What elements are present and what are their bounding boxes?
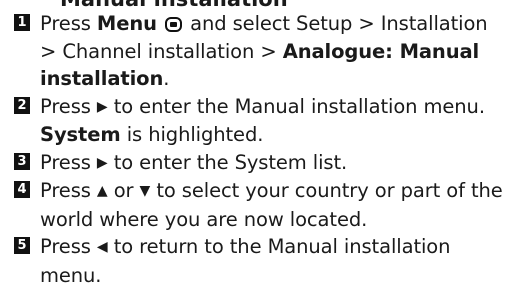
menu-key-label: Menu [96, 12, 157, 35]
step-number-badge: 2 [14, 96, 30, 114]
left-arrow-icon: ◀ [96, 239, 108, 255]
step-number-badge: 3 [14, 152, 30, 170]
step-number-badge: 1 [14, 14, 30, 31]
step-4: 4 Press ▲ or ▼ to select your country or… [12, 177, 508, 233]
menu-button-icon [165, 17, 183, 32]
step-3: 3 Press ▶ to enter the System list. [12, 149, 508, 178]
step-5: 5 Press ◀ to return to the Manual instal… [12, 233, 508, 289]
system-label: System [40, 123, 121, 146]
step-number-badge: 4 [14, 181, 30, 198]
step-number-badge: 5 [14, 237, 30, 254]
step-1: 1 Press Menu and select Setup > Installa… [12, 10, 508, 93]
right-arrow-icon: ▶ [96, 98, 108, 115]
instruction-steps: 1 Press Menu and select Setup > Installa… [12, 10, 508, 289]
down-arrow-icon: ▼ [139, 183, 151, 199]
right-arrow-icon: ▶ [96, 154, 108, 171]
step-2: 2 Press ▶ to enter the Manual installati… [12, 93, 508, 149]
up-arrow-icon: ▲ [96, 183, 108, 199]
